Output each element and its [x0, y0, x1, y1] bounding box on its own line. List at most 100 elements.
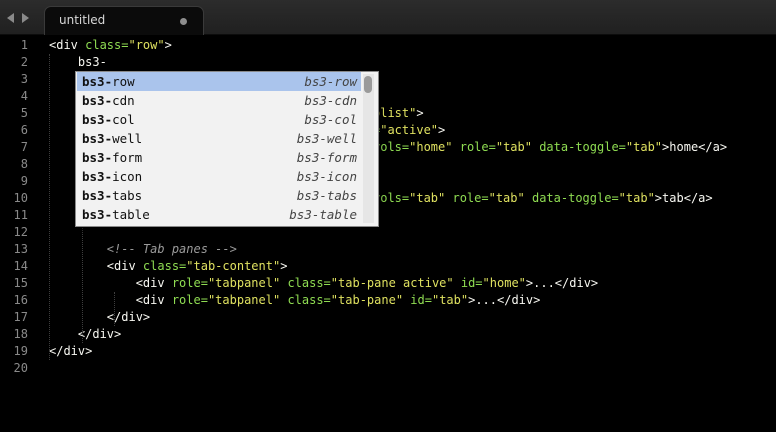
autocomplete-trigger: bs3-cdn: [82, 92, 135, 109]
code-line-15[interactable]: <div role="tabpanel" class="tab-pane act…: [49, 275, 598, 292]
tab-bar: untitled: [0, 0, 776, 35]
autocomplete-hint: bs3-form: [296, 150, 357, 165]
indent-guide: [49, 54, 50, 360]
code-token: data-toggle=: [531, 191, 619, 205]
code-line-7[interactable]: rols="home" role="tab" data-toggle="tab"…: [373, 139, 727, 156]
code-token: "home": [409, 140, 453, 154]
popup-scrollbar[interactable]: [363, 74, 374, 223]
autocomplete-item-row[interactable]: bs3-row bs3-row: [77, 72, 361, 91]
code-token: role=: [459, 140, 496, 154]
autocomplete-typed-prefix: bs3-: [82, 131, 113, 146]
code-token: "tab": [488, 191, 525, 205]
autocomplete-item-icon[interactable]: bs3-icon bs3-icon: [77, 167, 361, 186]
line-number: 1: [20, 38, 28, 52]
tab-untitled[interactable]: untitled: [44, 6, 204, 35]
autocomplete-completion: cdn: [112, 93, 135, 108]
autocomplete-item-tabs[interactable]: bs3-tabs bs3-tabs: [77, 186, 361, 205]
line-number: 10: [13, 191, 28, 205]
autocomplete-trigger: bs3-tabs: [82, 187, 142, 204]
code-token: </a>: [698, 140, 728, 154]
autocomplete-hint: bs3-well: [296, 131, 357, 146]
code-line-10[interactable]: rols="tab" role="tab" data-toggle="tab">…: [373, 190, 713, 207]
code-token: </div>: [49, 344, 93, 358]
line-number: 13: [13, 242, 28, 256]
autocomplete-item-cdn[interactable]: bs3-cdn bs3-cdn: [77, 91, 361, 110]
autocomplete-trigger: bs3-well: [82, 130, 142, 147]
code-line-2[interactable]: bs3-: [49, 54, 107, 71]
line-number: 18: [13, 327, 28, 341]
code-token: home: [669, 140, 699, 154]
line-number: 14: [13, 259, 28, 273]
autocomplete-completion: col: [112, 112, 135, 127]
code-token: class=: [287, 276, 331, 290]
autocomplete-item-form[interactable]: bs3-form bs3-form: [77, 148, 361, 167]
code-token: <div: [106, 259, 143, 273]
code-token: "tabpanel": [207, 276, 281, 290]
indent-guide: [82, 224, 83, 343]
code-token: class=: [85, 38, 129, 52]
code-line-6[interactable]: ="active">: [373, 122, 445, 139]
code-line-14[interactable]: <div class="tab-content">: [49, 258, 288, 275]
autocomplete-completion: tabs: [112, 188, 143, 203]
autocomplete-typed-prefix: bs3-: [82, 112, 113, 127]
autocomplete-hint: bs3-col: [304, 112, 357, 127]
code-line-17[interactable]: </div>: [49, 309, 150, 326]
code-line-5[interactable]: olist">: [373, 105, 424, 122]
line-number-gutter: 1 2 3 4 5 6 7 8 9 10 11 12 13 14 15 16 17 18 19 20: [0, 35, 40, 432]
unsaved-dot-icon[interactable]: [180, 18, 187, 25]
code-token: id=: [410, 293, 432, 307]
arrow-right-icon[interactable]: [22, 13, 29, 23]
code-token: </a>: [683, 191, 713, 205]
autocomplete-trigger: bs3-form: [82, 149, 142, 166]
code-line-19[interactable]: </div>: [49, 343, 92, 360]
code-token: role=: [171, 276, 208, 290]
code-token: <!-- Tab panes -->: [106, 242, 237, 256]
code-token: </div>: [77, 327, 122, 341]
autocomplete-completion: well: [112, 131, 143, 146]
line-number: 7: [20, 140, 28, 154]
line-number: 8: [20, 157, 28, 171]
code-line-18[interactable]: </div>: [49, 326, 121, 343]
autocomplete-completion: row: [112, 74, 135, 89]
line-number: 12: [13, 225, 28, 239]
code-token: "tab": [495, 140, 532, 154]
code-line-13[interactable]: <!-- Tab panes -->: [49, 241, 237, 258]
code-token: >: [416, 106, 424, 120]
line-number: 2: [20, 55, 28, 69]
code-token: >...</div>: [468, 293, 541, 307]
autocomplete-item-col[interactable]: bs3-col bs3-col: [77, 110, 361, 129]
code-line-1[interactable]: <div class="row">: [49, 37, 172, 54]
autocomplete-hint: bs3-row: [304, 74, 357, 89]
code-token: id=: [460, 276, 483, 290]
code-token: "home": [482, 276, 526, 290]
autocomplete-item-well[interactable]: bs3-well bs3-well: [77, 129, 361, 148]
code-token: "tab": [625, 140, 663, 154]
autocomplete-typed-prefix: bs3-: [82, 150, 113, 165]
code-line-16[interactable]: <div role="tabpanel" class="tab-pane" id…: [49, 292, 541, 309]
autocomplete-typed-prefix: bs3-: [82, 74, 113, 89]
code-token: "row": [128, 38, 165, 52]
autocomplete-typed-prefix: bs3-: [82, 207, 113, 222]
code-token: "tab": [618, 191, 655, 205]
arrow-left-icon[interactable]: [7, 13, 14, 23]
autocomplete-hint: bs3-table: [289, 207, 357, 222]
autocomplete-typed-prefix: bs3-: [82, 188, 113, 203]
code-token: "active": [380, 123, 439, 137]
code-token: <div: [135, 293, 172, 307]
autocomplete-item-table[interactable]: bs3-table bs3-table: [77, 205, 361, 224]
autocomplete-trigger: bs3-col: [82, 111, 135, 128]
autocomplete-hint: bs3-icon: [296, 169, 357, 184]
popup-scrollbar-thumb[interactable]: [364, 76, 372, 93]
autocomplete-trigger: bs3-row: [82, 73, 135, 90]
code-token: >: [654, 191, 663, 205]
code-token: <div: [135, 276, 172, 290]
code-token: role=: [171, 293, 208, 307]
indent-guide: [114, 292, 115, 326]
